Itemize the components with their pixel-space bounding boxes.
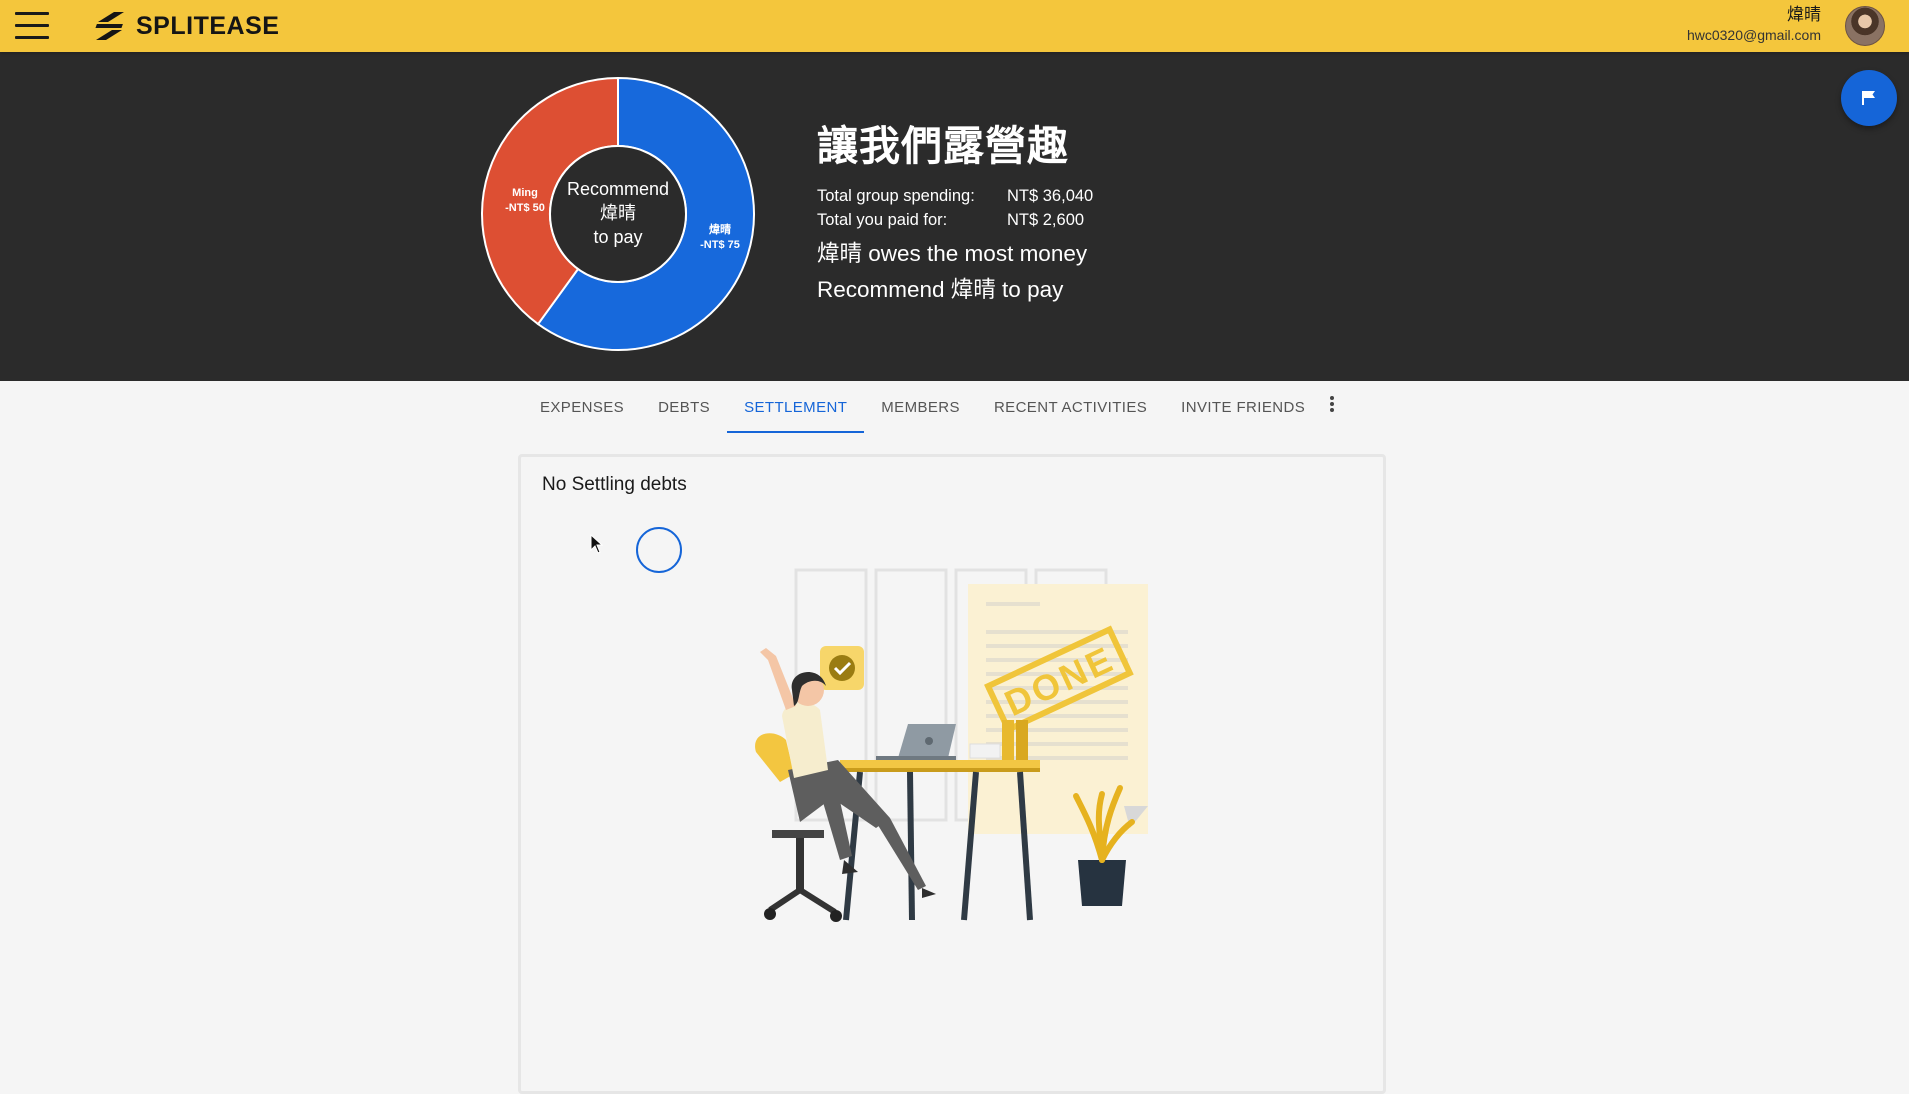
user-email: hwc0320@gmail.com bbox=[1686, 27, 1821, 43]
tab-expenses[interactable]: EXPENSES bbox=[523, 381, 641, 433]
segment-label-ming-amount: -NT$ 50 bbox=[505, 202, 545, 214]
tab-members[interactable]: MEMBERS bbox=[864, 381, 977, 433]
segment-label-weiqing-name: 煒晴 bbox=[709, 222, 731, 236]
group-tabs: EXPENSES DEBTS SETTLEMENT MEMBERS RECENT… bbox=[523, 381, 1322, 433]
group-info: 讓我們露營趣 Total group spending: NT$ 36,040 … bbox=[817, 120, 1093, 308]
app-bar: SPLITEASE 煒晴 hwc0320@gmail.com bbox=[0, 0, 1909, 52]
app-logo[interactable]: SPLITEASE bbox=[92, 10, 279, 42]
tab-label: EXPENSES bbox=[540, 398, 625, 416]
tab-label: INVITE FRIENDS bbox=[1181, 398, 1306, 416]
stat-label: Total group spending: bbox=[817, 187, 975, 205]
group-title: 讓我們露營趣 bbox=[817, 123, 1069, 169]
tab-label: SETTLEMENT bbox=[744, 398, 848, 416]
stat-value: NT$ 36,040 bbox=[1007, 187, 1094, 205]
tab-label: RECENT ACTIVITIES bbox=[993, 398, 1148, 416]
mouse-cursor-icon bbox=[590, 534, 604, 554]
tab-label: DEBTS bbox=[658, 398, 711, 416]
user-name: 煒晴 bbox=[1787, 5, 1821, 24]
segment-label-weiqing-amount: -NT$ 75 bbox=[700, 239, 740, 251]
tab-recent-activities[interactable]: RECENT ACTIVITIES bbox=[977, 381, 1164, 433]
donut-center-line3: to pay bbox=[593, 227, 642, 247]
stat-total-spending: Total group spending: NT$ 36,040 bbox=[817, 184, 1093, 208]
tab-debts[interactable]: DEBTS bbox=[641, 381, 727, 433]
settlement-empty-title: No Settling debts bbox=[542, 474, 687, 495]
app-name: SPLITEASE bbox=[136, 11, 280, 40]
recommend-message: Recommend 煒晴 to pay bbox=[817, 277, 1064, 302]
flag-button[interactable] bbox=[1841, 70, 1897, 126]
stat-you-paid: Total you paid for: NT$ 2,600 bbox=[817, 208, 1093, 232]
tab-invite-friends[interactable]: INVITE FRIENDS bbox=[1164, 381, 1322, 433]
done-illustration: DONE bbox=[755, 568, 1148, 922]
group-summary: Recommend 煒晴 to pay 煒晴 -NT$ 75 Ming -NT$… bbox=[0, 52, 1909, 381]
splitease-logo-icon bbox=[95, 12, 124, 40]
done-document: DONE bbox=[968, 584, 1148, 834]
loading-spinner bbox=[636, 527, 682, 573]
owes-most-message: 煒晴 owes the most money bbox=[817, 241, 1088, 266]
flag-icon bbox=[1862, 91, 1875, 105]
donut-center-line1: Recommend bbox=[567, 179, 669, 199]
tab-label: MEMBERS bbox=[881, 398, 960, 416]
more-vertical-icon[interactable] bbox=[1320, 394, 1344, 418]
donut-center-line2: 煒晴 bbox=[600, 203, 636, 223]
segment-label-ming-name: Ming bbox=[512, 187, 538, 199]
stat-value: NT$ 2,600 bbox=[1007, 211, 1085, 229]
debt-donut-chart: Recommend 煒晴 to pay 煒晴 -NT$ 75 Ming -NT$… bbox=[481, 76, 755, 351]
user-info: 煒晴 hwc0320@gmail.com bbox=[1687, 4, 1821, 44]
avatar[interactable] bbox=[1845, 6, 1885, 46]
menu-icon[interactable] bbox=[15, 12, 49, 40]
stat-label: Total you paid for: bbox=[817, 211, 948, 229]
tab-settlement[interactable]: SETTLEMENT bbox=[727, 381, 865, 433]
